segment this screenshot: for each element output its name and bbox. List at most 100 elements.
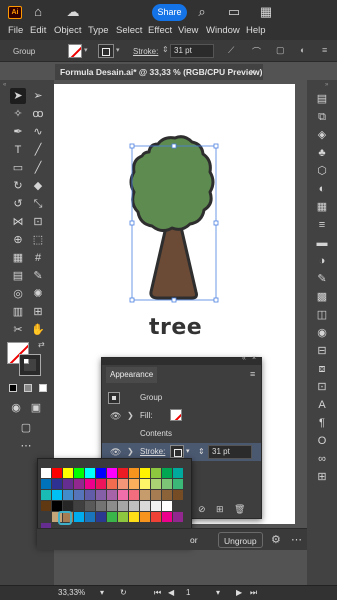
eyedropper-tool-icon[interactable]: ✎ <box>30 268 46 284</box>
color-swatch[interactable] <box>85 490 95 500</box>
color-swatch[interactable] <box>129 490 139 500</box>
rotate-tool-icon[interactable]: ↺ <box>10 196 26 212</box>
color-swatch[interactable] <box>41 501 51 511</box>
color-swatch[interactable] <box>118 479 128 489</box>
menu-help[interactable]: Help <box>246 25 266 36</box>
character-panel-icon[interactable]: A <box>315 398 329 412</box>
color-swatch[interactable] <box>151 468 161 478</box>
clear-appearance-icon[interactable]: ⊘ <box>198 504 206 515</box>
screen-mode-icon[interactable]: ▣ <box>28 400 44 416</box>
appearance-panel-icon[interactable]: ◉ <box>315 326 329 340</box>
color-swatch[interactable] <box>41 490 51 500</box>
type-tool-icon[interactable]: T <box>10 142 26 158</box>
scale-tool-icon[interactable]: ⤡ <box>30 196 46 212</box>
color-swatch[interactable] <box>63 501 73 511</box>
chevron-right-icon[interactable]: ❯ <box>127 407 134 425</box>
navigator-panel-icon[interactable]: ⊞ <box>315 470 329 484</box>
color-swatch[interactable] <box>52 501 62 511</box>
artboard-number[interactable]: 1 <box>186 588 190 597</box>
width-profile-icon[interactable]: ⟋ <box>228 45 234 56</box>
more-tools-icon[interactable]: ⋯ <box>18 438 34 454</box>
magic-wand-tool-icon[interactable]: ✧ <box>10 106 26 122</box>
color-swatch[interactable] <box>41 468 51 478</box>
home-icon[interactable]: ⌂ <box>30 4 46 20</box>
properties-panel-icon[interactable]: ▤ <box>315 92 329 106</box>
color-swatch[interactable] <box>74 479 84 489</box>
menu-view[interactable]: View <box>178 25 198 36</box>
color-swatch[interactable] <box>129 479 139 489</box>
color-swatch[interactable] <box>140 501 150 511</box>
color-swatch[interactable] <box>41 479 51 489</box>
color-swatch[interactable] <box>162 490 172 500</box>
graphic-styles-icon[interactable]: ◫ <box>315 308 329 322</box>
prev-artboard-icon[interactable]: ◀ <box>168 588 174 597</box>
menu-edit[interactable]: Edit <box>30 25 46 36</box>
color-swatch[interactable] <box>151 479 161 489</box>
document-tab[interactable]: Formula Desain.ai* @ 33,33 % (RGB/CPU Pr… <box>55 64 263 80</box>
duplicate-item-icon[interactable]: ⊞ <box>216 504 224 515</box>
stroke-indicator[interactable] <box>19 354 41 376</box>
color-swatch[interactable] <box>85 479 95 489</box>
next-artboard-icon[interactable]: ▶ <box>236 588 242 597</box>
slice-tool-icon[interactable]: ✂ <box>10 322 26 338</box>
direct-selection-tool-icon[interactable]: ➢ <box>30 88 46 104</box>
panel-icon[interactable]: ▦ <box>258 4 274 20</box>
menu-effect[interactable]: Effect <box>148 25 172 36</box>
line-tool-icon[interactable]: ╱ <box>30 142 46 158</box>
visibility-eye-icon[interactable]: 👁 <box>110 407 121 425</box>
brush-icon[interactable]: ⌒ <box>252 45 261 58</box>
curvature-tool-icon[interactable]: ∿ <box>30 124 46 140</box>
color-swatch[interactable] <box>85 468 95 478</box>
zoom-level[interactable]: 33,33% <box>58 588 85 597</box>
stroke-weight-field-panel[interactable]: 31 pt <box>208 445 252 459</box>
artboard-tool-icon[interactable]: ⊞ <box>30 304 46 320</box>
menu-window[interactable]: Window <box>206 25 240 36</box>
fill-none-swatch[interactable] <box>68 44 82 58</box>
color-swatch[interactable] <box>41 512 51 522</box>
color-swatch[interactable] <box>129 468 139 478</box>
color-swatch[interactable] <box>140 512 150 522</box>
panel-drag-bar[interactable]: « × <box>102 355 261 365</box>
cloud-icon[interactable]: ☁ <box>65 4 81 20</box>
color-swatch[interactable] <box>118 501 128 511</box>
opacity-icon[interactable]: ◐ <box>300 45 305 55</box>
selection-tool-icon[interactable]: ➤ <box>10 88 26 104</box>
paragraph-panel-icon[interactable]: ¶ <box>315 416 329 430</box>
color-swatch[interactable] <box>96 479 106 489</box>
color-swatch[interactable] <box>107 490 117 500</box>
color-swatch[interactable] <box>52 479 62 489</box>
menu-type[interactable]: Type <box>88 25 109 36</box>
gradient-mode-icon[interactable] <box>24 384 32 392</box>
color-swatch[interactable] <box>107 468 117 478</box>
swatches-panel-icon[interactable]: ▩ <box>315 290 329 304</box>
first-artboard-icon[interactable]: ⏮ <box>154 588 161 598</box>
shaper-tool-icon[interactable]: ↻ <box>10 178 26 194</box>
swap-fill-stroke-icon[interactable]: ⇄ <box>38 340 45 349</box>
color-swatch[interactable] <box>74 512 84 522</box>
color-swatch[interactable] <box>173 468 183 478</box>
color-swatch[interactable] <box>85 501 95 511</box>
collapse-icon[interactable]: « <box>3 82 6 88</box>
color-swatch[interactable] <box>140 490 150 500</box>
none-mode-icon[interactable] <box>39 384 47 392</box>
transform-panel-icon[interactable]: ⊡ <box>315 380 329 394</box>
color-swatch[interactable] <box>151 501 161 511</box>
expand-dock-icon[interactable]: » <box>325 82 328 88</box>
stroke-swatch-panel[interactable] <box>170 445 184 458</box>
panel-menu-icon[interactable]: ≡ <box>250 369 255 379</box>
edit-toolbar-icon[interactable]: ▢ <box>18 420 34 436</box>
more-actions-icon[interactable]: ⋯ <box>291 533 302 546</box>
appearance-row-contents[interactable]: Contents <box>102 425 261 443</box>
color-swatch[interactable] <box>162 479 172 489</box>
color-swatch[interactable] <box>74 490 84 500</box>
perspective-grid-tool-icon[interactable]: ▦ <box>10 250 26 266</box>
settings-gear-icon[interactable]: ⚙ <box>271 533 281 546</box>
paintbrush-tool-icon[interactable]: ╱ <box>30 160 46 176</box>
color-swatch[interactable] <box>173 501 183 511</box>
more-options-icon[interactable]: ≡ <box>322 45 327 55</box>
color-swatch[interactable] <box>151 490 161 500</box>
zoom-dropdown-icon[interactable]: ▾ <box>100 588 104 597</box>
opentype-panel-icon[interactable]: O <box>315 434 329 448</box>
color-swatch[interactable] <box>129 512 139 522</box>
libraries-panel-icon[interactable]: ⧉ <box>315 110 329 124</box>
